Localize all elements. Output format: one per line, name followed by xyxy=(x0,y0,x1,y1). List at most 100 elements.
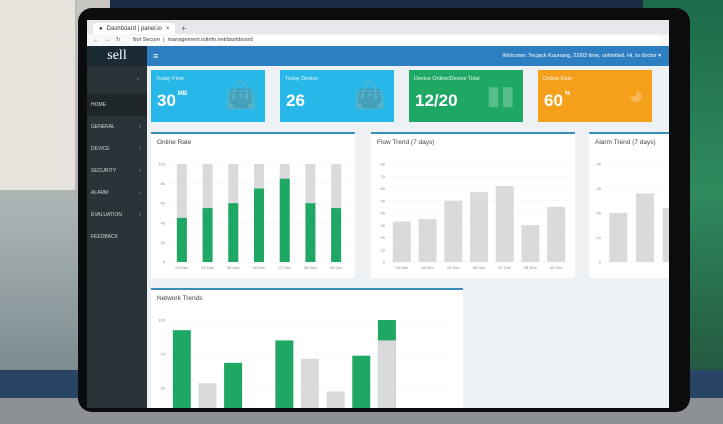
bag-icon: 👜 xyxy=(353,80,386,110)
stat-card-today-device[interactable]: Today Device 26 👜 xyxy=(280,70,394,122)
stat-value: 30 MB xyxy=(157,91,188,110)
bag-icon: 👜 xyxy=(224,80,257,110)
browser-tab[interactable]: ● Dashboard | panel.io × xyxy=(93,23,176,34)
x-tick-label: 05 Dec xyxy=(227,265,240,270)
x-tick-label: 06 Dec xyxy=(253,265,266,270)
chart-bar xyxy=(301,358,319,408)
y-tick-label: 100 xyxy=(158,162,165,167)
y-tick-label: 0 xyxy=(599,260,602,265)
chart-bar xyxy=(662,208,669,262)
chart-bar xyxy=(279,178,290,262)
bar-icon: ▮▮ xyxy=(486,80,515,110)
network-trends-chart: 100755025 xyxy=(158,318,451,408)
chevron-icon: ‹ xyxy=(139,212,141,218)
chart-bar xyxy=(495,186,514,262)
reload-icon[interactable]: ↻ xyxy=(116,37,121,43)
x-tick-label: 03 Dec xyxy=(396,265,409,270)
sidebar-item-label: GENERAL xyxy=(91,124,115,130)
stat-card-device-online[interactable]: Device Online/Device Total 12/20 ▮▮ xyxy=(409,70,523,122)
chart-bar xyxy=(331,208,342,262)
y-tick-label: 0 xyxy=(163,260,166,265)
back-icon[interactable]: ← xyxy=(93,37,99,43)
forward-icon[interactable]: → xyxy=(105,37,111,43)
y-tick-label: 60 xyxy=(381,186,386,191)
chart-bar xyxy=(202,208,213,262)
menu-icon[interactable]: ≡ xyxy=(153,51,158,61)
app-header: sell ≡ Welcome: Tecjack Kaunang, 22/02 t… xyxy=(87,46,669,66)
online-rate-panel: Online Rate 100 80 60 40 20 0 03 Dec 04 Dec 05 D… xyxy=(151,132,355,278)
x-tick-label: 07 Dec xyxy=(498,265,511,270)
y-tick-label: 60 xyxy=(161,201,166,206)
chevron-icon: ‹ xyxy=(139,190,141,196)
sidebar-item-label: HOME xyxy=(91,102,106,108)
y-tick-label: 80 xyxy=(161,181,166,186)
stat-value: 26 xyxy=(286,91,305,110)
sidebar-item-general[interactable]: GENERAL ‹ xyxy=(87,116,147,138)
y-tick-label: 0 xyxy=(383,260,386,265)
chart-bar xyxy=(224,362,243,408)
y-tick-label: 80 xyxy=(381,162,386,167)
chart-bar xyxy=(198,383,217,408)
url-input[interactable]: Not Secure | management.iotinfo.net/dash… xyxy=(126,36,663,44)
sidebar-item-evaluation[interactable]: EVALUATION ‹ xyxy=(87,204,147,226)
y-tick-label: 70 xyxy=(381,174,386,179)
app-logo[interactable]: sell xyxy=(87,46,147,66)
y-tick-label: 40 xyxy=(597,162,602,167)
x-tick-label: 08 Dec xyxy=(304,265,317,270)
x-tick-label: 09 Dec xyxy=(330,265,343,270)
sidebar-item-home[interactable]: HOME xyxy=(87,94,147,116)
sidebar-item-device[interactable]: DEVICE ‹ xyxy=(87,138,147,160)
y-tick-label: 20 xyxy=(597,211,602,216)
sidebar-item-label: SECURITY xyxy=(91,168,117,174)
flow-trend-panel: Flow Trend (7 days) 80 70 60 50 40 30 20 10 0 03 … xyxy=(371,132,575,278)
stat-label: Device Online/Device Total xyxy=(414,76,480,82)
chart-bar xyxy=(176,217,187,262)
url-text: management.iotinfo.net/dashboard xyxy=(167,37,253,43)
security-label: Not Secure xyxy=(132,37,161,43)
sidebar-item-label: ALARM xyxy=(91,190,109,196)
chart-bar xyxy=(305,203,316,262)
y-tick-label: 20 xyxy=(381,235,386,240)
chevron-icon: ‹ xyxy=(139,146,141,152)
stat-value: 60% xyxy=(544,91,571,110)
sidebar-item-alarm[interactable]: ALARM ‹ xyxy=(87,182,147,204)
stat-cards: Today Flow 30 MB 👜 Today Device 26 👜 Devi… xyxy=(151,70,669,122)
y-tick-label: 40 xyxy=(381,211,386,216)
chart-bar xyxy=(392,221,411,262)
chart-bar xyxy=(254,188,264,262)
x-tick-label: 04 Dec xyxy=(201,265,214,270)
close-icon[interactable]: × xyxy=(166,26,170,32)
stat-label: Today Device xyxy=(285,76,319,82)
x-tick-label: 06 Dec xyxy=(473,265,486,270)
sidebar-collapse-icon[interactable]: ‹ xyxy=(87,66,147,94)
sidebar-item-label: DEVICE xyxy=(91,146,110,152)
x-tick-label: 08 Dec xyxy=(524,265,537,270)
chart-bar xyxy=(547,206,566,262)
stat-value: 12/20 xyxy=(415,91,458,110)
sidebar-item-security[interactable]: SECURITY ‹ xyxy=(87,160,147,182)
y-tick-label: 40 xyxy=(161,220,166,225)
y-tick-label: 75 xyxy=(161,352,166,357)
chart-bar xyxy=(444,200,463,262)
flow-trend-chart: 80 70 60 50 40 30 20 10 0 03 Dec 04 Dec 05 Dec 06 De… xyxy=(381,162,569,270)
chart-bar xyxy=(352,355,371,408)
welcome-text[interactable]: Welcome: Tecjack Kaunang, 22/02 time, un… xyxy=(503,53,669,59)
stat-card-online-rate[interactable]: Online Rate 60% ◕ xyxy=(538,70,652,122)
chart-bar xyxy=(470,192,488,262)
y-tick-label: 50 xyxy=(161,386,166,391)
favicon-icon: ● xyxy=(99,25,103,32)
chevron-icon: ‹ xyxy=(139,168,141,174)
stat-card-today-flow[interactable]: Today Flow 30 MB 👜 xyxy=(151,70,265,122)
new-tab-button[interactable]: + xyxy=(181,24,186,34)
chart-bar xyxy=(172,330,191,408)
sidebar-item-label: FEEDBACK xyxy=(91,234,118,240)
y-tick-label: 50 xyxy=(381,198,386,203)
x-tick-label: 05 Dec xyxy=(447,265,460,270)
browser-tabbar: ● Dashboard | panel.io × + xyxy=(87,20,669,34)
chevron-icon: ‹ xyxy=(139,124,141,130)
sidebar-item-feedback[interactable]: FEEDBACK xyxy=(87,226,147,248)
chart-bar xyxy=(275,340,294,408)
browser-tab-title: Dashboard | panel.io xyxy=(106,25,162,32)
y-tick-label: 30 xyxy=(597,186,602,191)
chart-bar xyxy=(377,340,396,408)
